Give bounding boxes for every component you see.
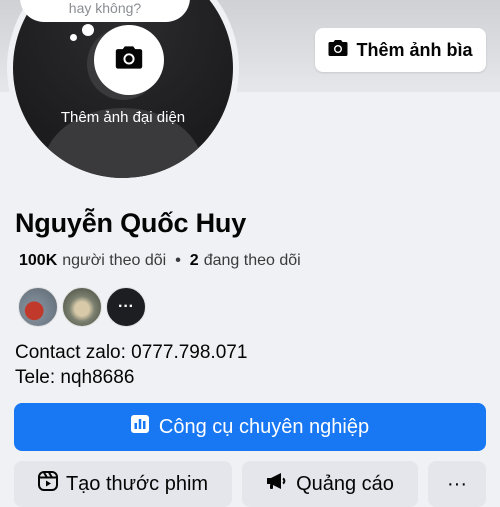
more-icon: ··· xyxy=(447,472,467,495)
following-label[interactable]: đang theo dõi xyxy=(204,252,301,270)
more-actions-button[interactable]: ··· xyxy=(428,461,486,507)
professional-tools-label: Công cụ chuyên nghiệp xyxy=(158,415,370,438)
bio-line: Tele: nqh8686 xyxy=(15,367,135,388)
stats-separator: • xyxy=(175,252,181,269)
ads-label: Quảng cáo xyxy=(296,472,394,495)
chart-icon xyxy=(130,415,149,439)
friends-avatars: ··· xyxy=(18,287,146,327)
megaphone-icon xyxy=(266,472,288,496)
add-avatar-label: Thêm ảnh đại diện xyxy=(60,109,186,126)
profile-name: Nguyễn Quốc Huy xyxy=(15,208,247,238)
status-bubble[interactable]: hay không? xyxy=(20,0,190,22)
bio-line: Contact zalo: 0777.798.071 xyxy=(15,342,248,363)
camera-icon xyxy=(328,39,348,62)
bubble-tail-dot-small xyxy=(70,34,77,41)
professional-tools-button[interactable]: Công cụ chuyên nghiệp xyxy=(14,403,486,451)
followers-label[interactable]: người theo dõi xyxy=(62,252,166,270)
follow-stats: 100K người theo dõi • 2 đang theo dõi xyxy=(19,252,301,270)
status-bubble-text: hay không? xyxy=(68,0,142,16)
ads-button[interactable]: Quảng cáo xyxy=(242,461,418,507)
profile-bio: Contact zalo: 0777.798.071 Tele: nqh8686 xyxy=(15,340,247,390)
profile-avatar[interactable]: Thêm ảnh đại diện xyxy=(13,0,233,178)
camera-icon xyxy=(115,45,143,75)
secondary-actions: Tạo thước phim Quảng cáo ··· xyxy=(14,461,486,507)
followers-count[interactable]: 100K xyxy=(19,252,57,270)
add-cover-photo-label: Thêm ảnh bìa xyxy=(356,39,473,60)
more-icon: ··· xyxy=(118,298,134,315)
add-avatar-camera-button[interactable] xyxy=(94,25,164,95)
friend-avatar[interactable] xyxy=(62,287,102,327)
add-cover-photo-button[interactable]: Thêm ảnh bìa xyxy=(315,28,486,72)
create-reel-label: Tạo thước phim xyxy=(65,472,209,495)
create-reel-button[interactable]: Tạo thước phim xyxy=(14,461,232,507)
bubble-tail-dot xyxy=(82,24,94,36)
following-count[interactable]: 2 xyxy=(190,252,199,270)
reel-icon xyxy=(37,471,58,497)
more-friends-button[interactable]: ··· xyxy=(106,287,146,327)
friend-avatar[interactable] xyxy=(18,287,58,327)
